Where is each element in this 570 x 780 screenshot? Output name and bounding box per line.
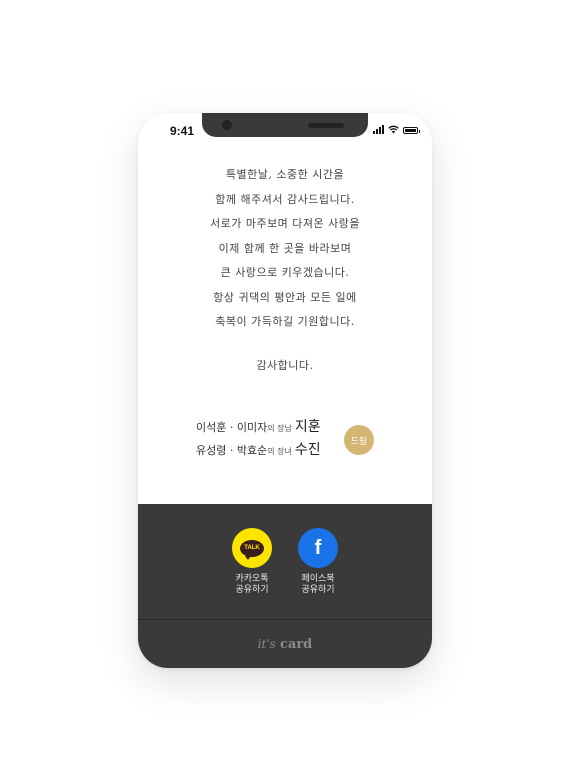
speaker-icon <box>308 123 344 128</box>
bride-name: 수진 <box>294 442 321 458</box>
wifi-icon <box>388 125 399 134</box>
invitation-message: 특별한날, 소중한 시간을 함께 해주셔서 감사드립니다. 서로가 마주보며 다… <box>138 163 432 335</box>
message-line: 함께 해주셔서 감사드립니다. <box>215 192 355 206</box>
status-time: 9:41 <box>170 124 195 138</box>
kakao-label-line1: 카카오톡 <box>235 573 269 583</box>
footer-divider <box>138 619 432 620</box>
status-icons <box>373 125 420 134</box>
kakao-share-button[interactable]: TALK 카카오톡 공유하기 <box>217 528 287 595</box>
battery-icon <box>403 127 420 134</box>
parents-info: 이석훈 · 이미자의 장남 지훈 유성령 · 박효순의 장녀 수진 <box>196 416 321 462</box>
thanks-text: 감사합니다. <box>256 359 314 372</box>
facebook-circle[interactable]: f <box>298 528 338 568</box>
camera-icon <box>222 120 232 130</box>
message-line: 항상 귀댁의 평안과 모든 일에 <box>213 290 357 304</box>
share-panel: TALK 카카오톡 공유하기 f 페이스북 공유하기 it's card <box>138 504 432 668</box>
groom-parents-names: 이석훈 · 이미자 <box>196 421 268 434</box>
message-line: 이제 함께 한 곳을 바라보며 <box>218 241 352 255</box>
facebook-share-button[interactable]: f 페이스북 공유하기 <box>283 528 353 595</box>
message-line: 큰 사랑으로 키우겠습니다. <box>220 266 350 279</box>
logo-its: it's <box>257 637 276 651</box>
logo-card: card <box>279 637 313 652</box>
bride-parents-row: 유성령 · 박효순의 장녀 수진 <box>196 439 321 462</box>
phone-notch <box>202 113 368 137</box>
kakao-share-label: 카카오톡 공유하기 <box>217 573 287 595</box>
facebook-icon: f <box>314 537 322 559</box>
bride-relation: 의 장녀 <box>267 447 292 456</box>
kakao-circle[interactable]: TALK <box>232 528 272 568</box>
phone-frame: 9:41 특별한날, 소중한 시간을 함께 해주셔서 감사드립니다. 서로가 마… <box>138 113 432 668</box>
kakaotalk-icon: TALK <box>240 539 264 560</box>
kakao-label-line2: 공유하기 <box>235 584 269 594</box>
message-line: 특별한날, 소중한 시간을 <box>225 168 345 181</box>
groom-parents-row: 이석훈 · 이미자의 장남 지훈 <box>196 416 321 439</box>
facebook-label-line2: 공유하기 <box>301 584 335 594</box>
signal-icon <box>373 125 384 134</box>
footer-logo: it's card <box>138 637 432 652</box>
groom-name: 지훈 <box>294 419 321 435</box>
bride-parents-names: 유성령 · 박효순 <box>196 444 268 457</box>
facebook-share-label: 페이스북 공유하기 <box>283 573 353 595</box>
message-line: 서로가 마주보며 다져온 사랑을 <box>209 217 361 230</box>
gift-button[interactable]: 드림 <box>344 425 374 455</box>
groom-relation: 의 장남 <box>267 424 292 433</box>
message-line: 축복이 가득하길 기원합니다. <box>215 315 355 328</box>
facebook-label-line1: 페이스북 <box>301 573 335 583</box>
